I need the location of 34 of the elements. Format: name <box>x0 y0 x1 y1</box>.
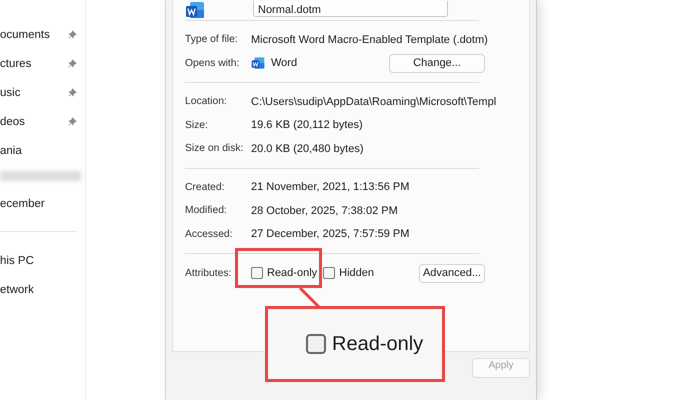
property-label: Type of file: <box>185 34 239 46</box>
property-label: Size: <box>185 120 209 131</box>
property-value: 20.0 KB (20,480 bytes) <box>251 142 364 155</box>
checkbox-label: Read-only <box>332 332 424 356</box>
file-name-field[interactable]: Normal.dotm <box>253 1 448 17</box>
property-label: Attributes: <box>185 268 232 278</box>
sidebar-item[interactable]: ocuments <box>0 28 50 40</box>
property-value: Microsoft Word Macro-Enabled Template (.dotm) <box>251 34 488 46</box>
property-value: C:\Users\sudip\AppData\Roaming\Microsoft\Templ <box>251 96 496 108</box>
checkbox[interactable] <box>323 267 336 279</box>
property-label: Modified: <box>185 205 228 216</box>
property-label: Created: <box>185 182 226 193</box>
checkbox-label[interactable]: Read-only <box>267 267 318 279</box>
property-value: 28 October, 2025, 7:38:02 PM <box>251 204 398 217</box>
sidebar-item[interactable]: his PC <box>0 254 34 266</box>
sidebar-item[interactable]: ctures <box>0 58 32 70</box>
advanced-button[interactable]: Advanced... <box>419 264 485 282</box>
sidebar-item[interactable]: ecember <box>0 198 45 210</box>
change-button[interactable]: Change... <box>389 54 485 73</box>
sidebar-item[interactable]: ania <box>0 144 22 156</box>
property-label: Opens with: <box>185 58 240 69</box>
property-value: 19.6 KB (20,112 bytes) <box>251 119 363 132</box>
checkbox[interactable] <box>251 267 263 279</box>
property-value: 27 December, 2025, 7:57:59 PM <box>251 228 410 240</box>
property-value: Word <box>271 57 298 70</box>
sidebar-item[interactable]: etwork <box>0 284 34 296</box>
property-label: Accessed: <box>185 228 234 240</box>
property-label: Size on disk: <box>185 143 244 154</box>
sidebar-item[interactable]: usic <box>0 86 20 98</box>
property-label: Location: <box>185 96 228 108</box>
word-icon <box>251 56 265 70</box>
sidebar-item[interactable]: deos <box>0 116 25 128</box>
property-value: 21 November, 2021, 1:13:56 PM <box>251 181 410 194</box>
checkbox-label[interactable]: Hidden <box>339 267 374 279</box>
